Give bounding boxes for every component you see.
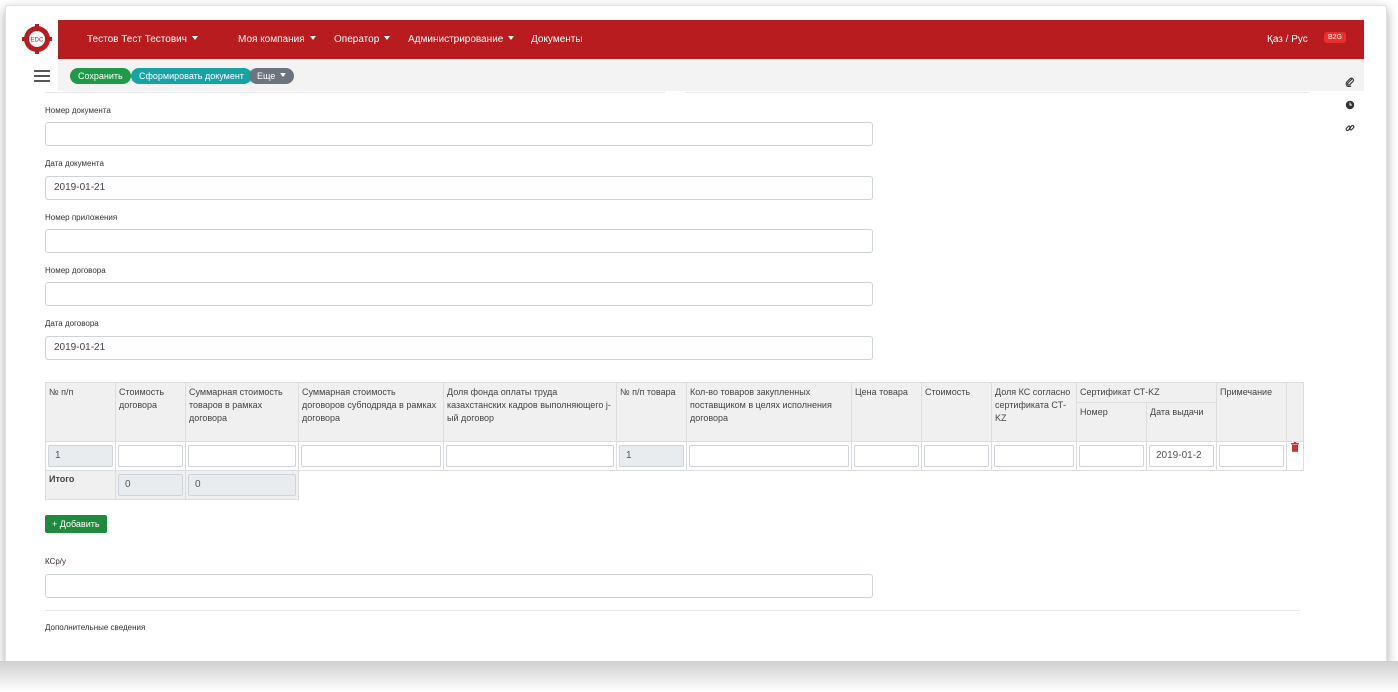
divider bbox=[45, 610, 1300, 611]
generate-document-button[interactable]: Сформировать документ bbox=[131, 68, 252, 84]
chevron-down-icon bbox=[280, 73, 287, 77]
col-header-goods-qty: Кол-во товаров закупленных поставщиком в… bbox=[686, 382, 852, 442]
extra-info-label: Дополнительные сведения bbox=[45, 623, 146, 632]
language-label: Қаз / Рус bbox=[1267, 34, 1308, 45]
cert-date-input[interactable]: 2019-01-2 bbox=[1149, 445, 1214, 467]
company-logo[interactable]: EDC bbox=[22, 24, 52, 54]
appendix-number-label: Номер приложения bbox=[45, 213, 118, 222]
note-input[interactable] bbox=[1219, 445, 1284, 467]
col-header-fund-share: Доля фонда оплаты труда казахстанских ка… bbox=[443, 382, 617, 442]
app-window bbox=[5, 5, 1387, 663]
chevron-down-icon bbox=[191, 36, 198, 40]
doc-date-input[interactable]: 2019-01-21 bbox=[45, 176, 873, 200]
col-header-actions bbox=[1286, 382, 1304, 442]
col-header-total-goods: Суммарная стоимость товаров в рамках дог… bbox=[185, 382, 299, 442]
link-icon[interactable] bbox=[1345, 123, 1355, 133]
language-switch[interactable]: Қаз / Рус bbox=[1267, 34, 1308, 45]
goods-qty-input[interactable] bbox=[689, 445, 849, 467]
menu-label: Моя компания bbox=[238, 34, 305, 45]
more-label: Еще bbox=[257, 71, 276, 81]
col-header-num: № п/п bbox=[45, 382, 116, 442]
col-header-goods-num: № п/п товара bbox=[616, 382, 687, 442]
col-header-cert-number: Номер bbox=[1076, 402, 1147, 442]
col-header-cost: Стоимость bbox=[921, 382, 992, 442]
more-button[interactable]: Еще bbox=[249, 68, 295, 84]
ksr-input[interactable] bbox=[45, 574, 873, 598]
col-header-note: Примечание bbox=[1216, 382, 1287, 442]
menu-operator[interactable]: Оператор bbox=[334, 34, 391, 45]
save-button[interactable]: Сохранить bbox=[70, 68, 131, 84]
contract-cost-input[interactable] bbox=[118, 445, 183, 467]
total-row: Итого 0 0 bbox=[45, 470, 1304, 500]
goods-num-field: 1 bbox=[619, 445, 684, 467]
ksr-label: КСр/у bbox=[45, 557, 67, 566]
contract-date-input[interactable]: 2019-01-21 bbox=[45, 336, 873, 360]
menu-label: Документы bbox=[531, 34, 583, 45]
col-header-contract-cost: Стоимость договора bbox=[115, 382, 186, 442]
col-header-cert: Сертификат СТ-KZ bbox=[1076, 382, 1217, 403]
total-goods-cost: 0 bbox=[188, 474, 296, 496]
contract-date-label: Дата договора bbox=[45, 319, 99, 328]
window-shadow bbox=[0, 661, 1398, 692]
menu-label: Оператор bbox=[334, 34, 380, 45]
doc-date-label: Дата документа bbox=[45, 159, 104, 168]
menu-label: Администрирование bbox=[408, 34, 504, 45]
total-goods-input[interactable] bbox=[188, 445, 296, 467]
menu-documents[interactable]: Документы bbox=[531, 34, 583, 45]
contract-number-input[interactable] bbox=[45, 282, 873, 306]
cert-number-input[interactable] bbox=[1079, 445, 1144, 467]
col-header-kc-share: Доля КС согласно сертификата СТ-KZ bbox=[991, 382, 1077, 442]
doc-number-input[interactable] bbox=[45, 122, 873, 146]
col-header-price: Цена товара bbox=[851, 382, 922, 442]
user-menu[interactable]: Тестов Тест Тестович bbox=[87, 34, 198, 45]
cost-input[interactable] bbox=[924, 445, 989, 467]
divider bbox=[45, 92, 665, 93]
menu-administration[interactable]: Администрирование bbox=[408, 34, 515, 45]
total-sub-input[interactable] bbox=[301, 445, 441, 467]
row-num-field: 1 bbox=[48, 445, 113, 467]
contract-number-label: Номер договора bbox=[45, 266, 106, 275]
contracts-table: № п/п Стоимость договора Суммарная стоим… bbox=[45, 382, 1304, 500]
chevron-down-icon bbox=[508, 36, 515, 40]
total-contract-cost: 0 bbox=[118, 474, 183, 496]
table-row: 1 1 2019-01-2 bbox=[45, 441, 1304, 471]
total-label: Итого bbox=[45, 470, 116, 500]
chevron-down-icon bbox=[309, 36, 316, 40]
price-input[interactable] bbox=[854, 445, 919, 467]
chevron-down-icon bbox=[384, 36, 391, 40]
col-header-cert-date: Дата выдачи bbox=[1146, 402, 1217, 442]
clock-icon[interactable] bbox=[1345, 100, 1355, 110]
appendix-number-input[interactable] bbox=[45, 229, 873, 253]
paperclip-icon[interactable] bbox=[1345, 77, 1355, 88]
hamburger-menu-icon[interactable] bbox=[34, 70, 50, 82]
top-navbar: Тестов Тест Тестович Моя компания Операт… bbox=[58, 20, 1364, 59]
add-row-button[interactable]: + Добавить bbox=[45, 515, 107, 533]
b2g-badge[interactable]: B2G bbox=[1324, 32, 1347, 43]
trash-icon[interactable] bbox=[1286, 441, 1304, 471]
fund-share-input[interactable] bbox=[446, 445, 614, 467]
divider bbox=[685, 92, 1310, 93]
col-header-total-sub: Суммарная стоимость договоров субподряда… bbox=[298, 382, 444, 442]
user-name: Тестов Тест Тестович bbox=[87, 34, 187, 45]
kc-share-input[interactable] bbox=[994, 445, 1074, 467]
svg-text:EDC: EDC bbox=[31, 38, 44, 44]
doc-number-label: Номер документа bbox=[45, 106, 111, 115]
menu-my-company[interactable]: Моя компания bbox=[238, 34, 316, 45]
